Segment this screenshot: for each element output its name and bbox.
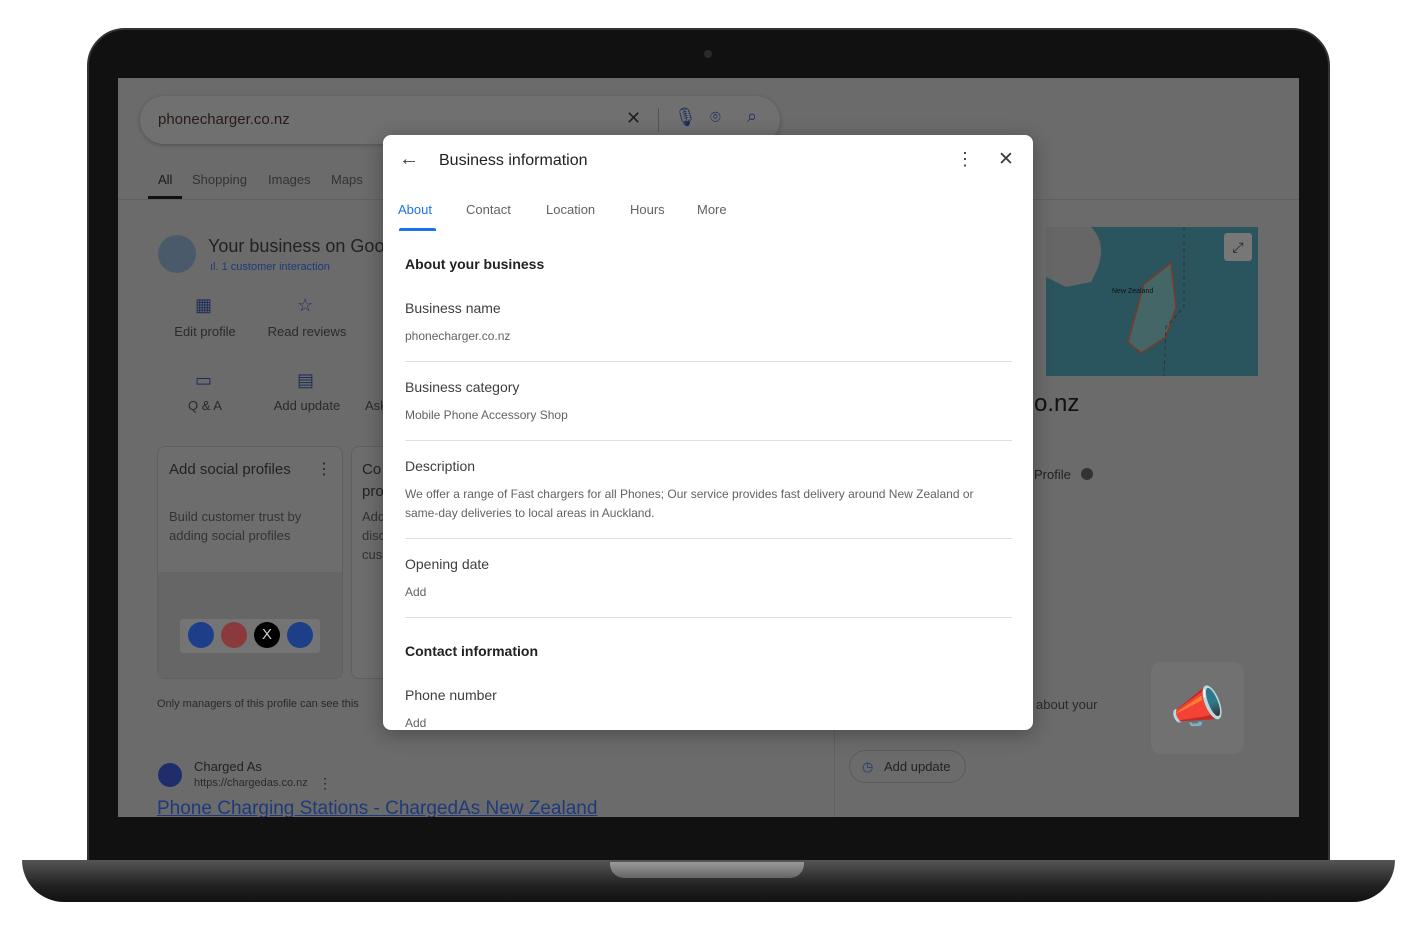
- qa-button[interactable]: Q & A: [150, 398, 260, 413]
- read-reviews-button[interactable]: Read reviews: [252, 324, 362, 339]
- map-label: New Zealand: [1112, 288, 1154, 295]
- business-title: Your business on Goo: [208, 236, 385, 256]
- business-info-dialog: ← Business information ⋮ ✕ About Contact…: [383, 135, 1033, 730]
- field-label: Description: [405, 458, 476, 474]
- site-favicon: [158, 763, 182, 787]
- field-value: We offer a range of Fast chargers for al…: [405, 487, 974, 520]
- more-vert-icon[interactable]: ⋮: [318, 775, 332, 792]
- about-section-header: About your business: [405, 256, 545, 272]
- field-label: Business name: [405, 300, 501, 316]
- field-label: Business category: [405, 379, 520, 395]
- back-arrow-icon[interactable]: ←: [399, 148, 419, 171]
- add-update-button[interactable]: Add update: [252, 398, 362, 413]
- tab-maps[interactable]: Maps: [331, 172, 363, 187]
- card-text: cus: [362, 547, 383, 562]
- card-body: Build customer trust by adding social pr…: [169, 509, 302, 543]
- field-label: Phone number: [405, 687, 497, 703]
- result-title-link[interactable]: Phone Charging Stations - ChargedAs New …: [157, 798, 597, 817]
- search-icon[interactable]: ⌕: [747, 106, 757, 127]
- contact-section-header: Contact information: [405, 643, 538, 659]
- linkedin-icon[interactable]: [287, 622, 313, 648]
- close-icon[interactable]: ✕: [998, 148, 1014, 171]
- more-vert-icon[interactable]: ⋮: [956, 149, 974, 170]
- about-text: about your: [1036, 697, 1098, 712]
- business-name-heading: o.nz: [1034, 390, 1080, 417]
- add-update-chip[interactable]: ◷ Add update: [849, 750, 966, 783]
- lens-icon[interactable]: ⌾: [710, 107, 721, 128]
- add-opening-date-link[interactable]: Add: [405, 583, 985, 602]
- result-site: Charged As: [194, 759, 262, 774]
- review-icon: ☆: [297, 295, 314, 315]
- facebook-icon[interactable]: [188, 622, 214, 648]
- laptop-notch: [610, 862, 804, 878]
- interactions-link[interactable]: ıl. 1 customer interaction: [210, 261, 330, 273]
- tab-hours[interactable]: Hours: [630, 202, 665, 217]
- tab-more[interactable]: More: [697, 202, 727, 217]
- microphone-icon[interactable]: 🎙: [674, 107, 697, 128]
- interactions-text: 1 customer interaction: [221, 261, 330, 273]
- card-text: Add: [362, 509, 386, 524]
- field-value: phonecharger.co.nz: [405, 329, 511, 343]
- tab-about[interactable]: About: [398, 202, 432, 217]
- edit-profile-button[interactable]: Edit profile: [150, 324, 260, 339]
- field-label: Opening date: [405, 556, 490, 572]
- add-update-label: Add update: [884, 759, 951, 774]
- tab-contact[interactable]: Contact: [466, 202, 511, 217]
- result-url[interactable]: https://chargedas.co.nz: [194, 777, 308, 789]
- instagram-icon[interactable]: [221, 622, 247, 648]
- add-phone-link[interactable]: Add: [405, 714, 985, 730]
- store-icon: ▦: [195, 295, 213, 315]
- profile-label: Profile: [1034, 467, 1071, 482]
- dialog-title: Business information: [439, 152, 588, 169]
- search-input[interactable]: phonecharger.co.nz: [158, 111, 290, 128]
- tab-shopping[interactable]: Shopping: [192, 172, 247, 187]
- tab-images[interactable]: Images: [268, 172, 311, 187]
- active-tab-indicator: [399, 228, 436, 231]
- tab-all[interactable]: All: [158, 172, 172, 187]
- card-text: disc: [362, 528, 386, 543]
- info-icon[interactable]: [1081, 468, 1093, 480]
- x-icon[interactable]: X: [254, 622, 280, 648]
- clear-icon[interactable]: ✕: [626, 108, 641, 129]
- avatar: [158, 235, 196, 273]
- megaphone-icon: 📣: [1151, 662, 1244, 754]
- card-title: Add social profiles: [169, 461, 291, 478]
- card-title: Co: [362, 461, 382, 478]
- qa-icon: ▭: [195, 370, 213, 390]
- card-text: pro: [362, 483, 384, 500]
- expand-icon[interactable]: ⤢: [1224, 233, 1252, 261]
- camera: [704, 50, 712, 58]
- field-value: Mobile Phone Accessory Shop: [405, 408, 568, 422]
- update-icon: ◷: [862, 759, 874, 774]
- map[interactable]: New Zealand ⤢: [1046, 227, 1258, 376]
- tab-location[interactable]: Location: [546, 202, 595, 217]
- add-update-icon: ▤: [297, 370, 315, 390]
- social-profiles-card: Add social profiles ⋮ Build customer tru…: [157, 446, 343, 679]
- managers-note: Only managers of this profile can see th…: [157, 698, 359, 710]
- more-vert-icon[interactable]: ⋮: [316, 459, 332, 479]
